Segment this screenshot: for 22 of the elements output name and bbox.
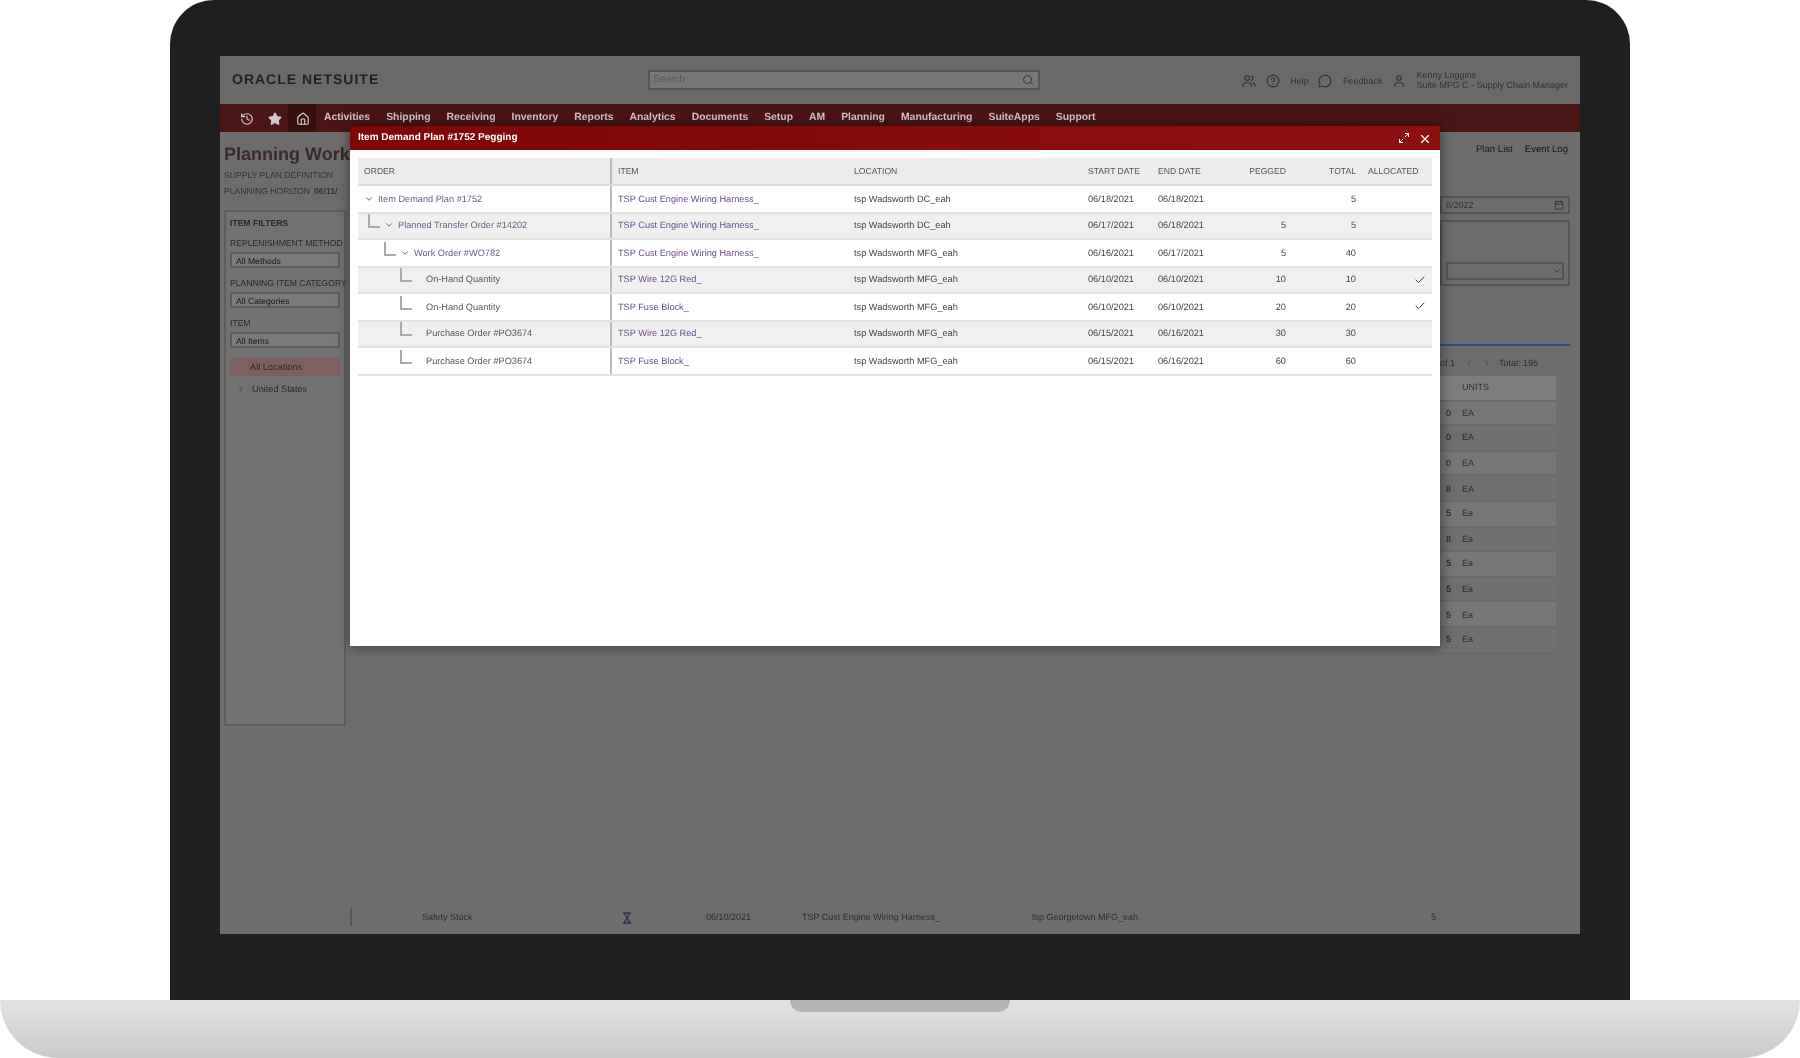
calendar-icon[interactable] [1554, 200, 1564, 210]
chevron-down-icon[interactable] [400, 247, 410, 258]
chat-icon[interactable] [1318, 73, 1333, 87]
history-icon[interactable] [239, 111, 253, 125]
star-icon[interactable] [267, 111, 281, 125]
chevron-down-icon[interactable] [364, 193, 374, 204]
next-page-icon[interactable] [1481, 358, 1492, 368]
chevron-right-icon[interactable] [236, 384, 246, 394]
search-icon[interactable] [1021, 74, 1034, 86]
previous-page-icon[interactable] [1463, 358, 1474, 368]
check-icon [1414, 273, 1426, 286]
close-icon[interactable] [1418, 131, 1432, 145]
select-field[interactable] [1446, 262, 1564, 280]
chevron-down-icon[interactable] [384, 220, 394, 231]
help-icon[interactable] [1266, 73, 1281, 87]
people-icon[interactable] [1242, 73, 1257, 87]
page-title: Planning Work [224, 144, 346, 164]
caret-icon [1552, 266, 1562, 276]
user-icon[interactable] [1392, 73, 1407, 87]
home-icon[interactable] [295, 111, 309, 125]
check-icon [1414, 300, 1426, 313]
hourglass-icon [622, 911, 632, 923]
